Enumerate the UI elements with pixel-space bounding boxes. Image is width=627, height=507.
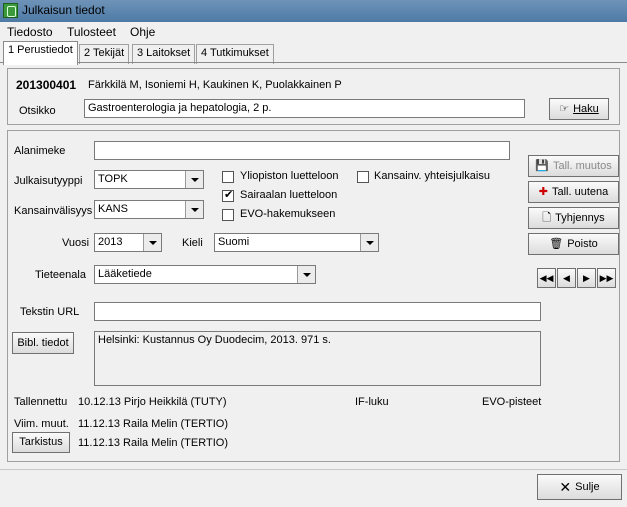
tyhjennys-label: Tyhjennys [555, 212, 605, 224]
prev-record-button[interactable]: ◀ [557, 268, 576, 288]
sairaala-label: Sairaalan luetteloon [240, 189, 338, 201]
first-icon: ◀◀ [539, 273, 554, 283]
menu-tulosteet[interactable]: Tulosteet [67, 25, 116, 39]
menu-tiedosto[interactable]: Tiedosto [7, 25, 53, 39]
tall-muutos-button[interactable]: 💾 Tall. muutos [528, 155, 619, 177]
chevron-down-icon[interactable] [185, 171, 203, 188]
otsikko-field[interactable]: Gastroenterologia ja hepatologia, 2 p. [84, 99, 525, 118]
tallennettu-label: Tallennettu [14, 396, 68, 408]
title-bar: Julkaisun tiedot [0, 0, 627, 22]
tall-uutena-button[interactable]: ✚ Tall. uutena [528, 181, 619, 203]
evo-pisteet-label: EVO-pisteet [482, 396, 542, 408]
sulje-button[interactable]: ✕ Sulje [537, 474, 622, 500]
tab-tekijat[interactable]: 2 Tekijät [79, 44, 130, 64]
app-icon [3, 3, 18, 18]
tieteenala-select[interactable]: Lääketiede [94, 265, 316, 284]
julkaisutyyppi-label: Julkaisutyyppi [14, 175, 83, 187]
menu-ohje[interactable]: Ohje [130, 25, 155, 39]
bibl-tiedot-label: Bibl. tiedot [17, 337, 69, 349]
chevron-down-icon[interactable] [360, 234, 378, 251]
tallennettu-value: 10.12.13 Pirjo Heikkilä (TUTY) [78, 396, 227, 408]
alanimeke-field[interactable] [94, 141, 510, 160]
tall-uutena-label: Tall. uutena [551, 186, 609, 198]
tab-strip: 1 Perustiedot 2 Tekijät 3 Laitokset 4 Tu… [0, 41, 627, 65]
window-title: Julkaisun tiedot [22, 3, 105, 17]
tyhjennys-button[interactable]: 🗋 Tyhjennys [528, 207, 619, 229]
next-icon: ▶ [583, 273, 590, 283]
sairaala-checkbox[interactable] [222, 188, 234, 202]
viim-label: Viim. muut. [14, 418, 69, 430]
url-label: Tekstin URL [20, 306, 80, 318]
haku-label: Haku [573, 103, 599, 115]
julkaisutyyppi-value: TOPK [98, 173, 128, 185]
close-icon: ✕ [559, 479, 572, 496]
tab-divider [0, 62, 627, 63]
alanimeke-label: Alanimeke [14, 145, 66, 157]
header-panel: 201300401 Färkkilä M, Isoniemi H, Kaukin… [7, 68, 620, 125]
tab-tutkimukset[interactable]: 4 Tutkimukset [196, 44, 274, 64]
window: Julkaisun tiedot Tiedosto Tulosteet Ohje… [0, 0, 627, 507]
kansainvalisyys-value: KANS [98, 203, 128, 215]
otsikko-label: Otsikko [19, 105, 56, 117]
tarkistus-button[interactable]: Tarkistus [12, 432, 70, 453]
chevron-down-icon[interactable] [185, 201, 203, 218]
first-record-button[interactable]: ◀◀ [537, 268, 556, 288]
tarkistus-value: 11.12.13 Raila Melin (TERTIO) [78, 437, 228, 449]
next-record-button[interactable]: ▶ [577, 268, 596, 288]
kieli-select[interactable]: Suomi [214, 233, 379, 252]
viim-value: 11.12.13 Raila Melin (TERTIO) [78, 418, 228, 430]
sulje-label: Sulje [575, 481, 600, 493]
bibl-field[interactable]: Helsinki: Kustannus Oy Duodecim, 2013. 9… [94, 331, 541, 386]
chevron-down-icon[interactable] [297, 266, 315, 283]
evo-label: EVO-hakemukseen [240, 208, 336, 220]
kansainv-checkbox[interactable] [357, 171, 369, 183]
kansainvalisyys-label: Kansainvälisyys [14, 205, 93, 217]
yliopisto-label: Yliopiston luetteloon [240, 170, 339, 182]
vuosi-value: 2013 [98, 236, 123, 248]
authors-text: Färkkilä M, Isoniemi H, Kaukinen K, Puol… [88, 79, 342, 91]
kieli-label: Kieli [182, 237, 203, 249]
tieteenala-label: Tieteenala [35, 269, 86, 281]
poisto-button[interactable]: 🗑 Poisto [528, 233, 619, 255]
menu-bar: Tiedosto Tulosteet Ohje [0, 22, 627, 41]
kieli-value: Suomi [218, 236, 250, 248]
new-record-icon: ✚ [538, 186, 548, 199]
if-luku-label: IF-luku [355, 396, 389, 408]
yliopisto-checkbox[interactable] [222, 171, 234, 183]
save-icon: 💾 [535, 160, 549, 173]
clear-document-icon: 🗋 [542, 212, 552, 225]
url-field[interactable] [94, 302, 541, 321]
chevron-down-icon[interactable] [143, 234, 161, 251]
tarkistus-label: Tarkistus [19, 436, 63, 448]
vuosi-label: Vuosi [62, 237, 90, 249]
trash-icon: 🗑 [549, 238, 564, 251]
last-record-button[interactable]: ▶▶ [597, 268, 616, 288]
tab-laitokset[interactable]: 3 Laitokset [132, 44, 196, 64]
prev-icon: ◀ [563, 273, 570, 283]
kansainv-label: Kansainv. yhteisjulkaisu [374, 170, 490, 182]
vuosi-select[interactable]: 2013 [94, 233, 162, 252]
bottom-bar [0, 469, 627, 507]
tall-muutos-label: Tall. muutos [553, 160, 612, 172]
record-id: 201300401 [16, 78, 77, 92]
poisto-label: Poisto [567, 238, 598, 250]
bibl-tiedot-button[interactable]: Bibl. tiedot [12, 332, 74, 354]
julkaisutyyppi-select[interactable]: TOPK [94, 170, 204, 189]
kansainvalisyys-select[interactable]: KANS [94, 200, 204, 219]
evo-checkbox[interactable] [222, 209, 234, 221]
haku-button[interactable]: ☞ Haku [549, 98, 609, 120]
tab-perustiedot[interactable]: 1 Perustiedot [3, 41, 78, 65]
search-hand-icon: ☞ [559, 103, 570, 116]
last-icon: ▶▶ [599, 273, 614, 283]
tieteenala-value: Lääketiede [98, 268, 152, 280]
